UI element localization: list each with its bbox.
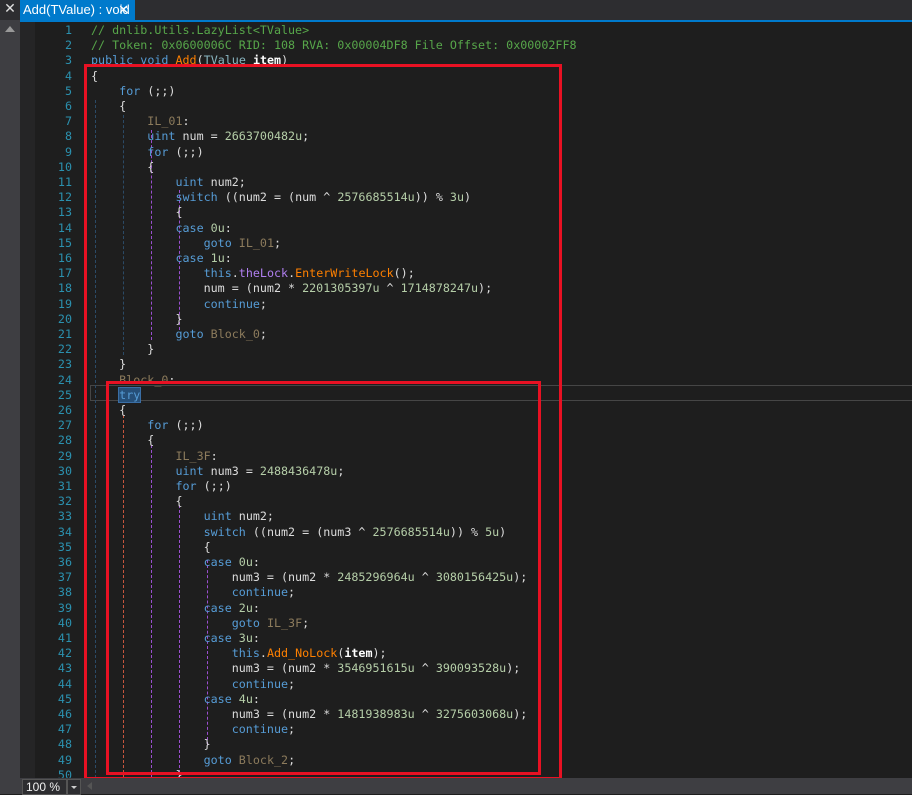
close-tab-icon[interactable]: ✕ — [118, 0, 129, 20]
line-number: 2 — [64, 38, 72, 53]
line-number: 8 — [64, 129, 72, 144]
line-number: 10 — [57, 159, 72, 174]
line-number: 31 — [57, 479, 72, 493]
zoom-level-field[interactable]: 100 % — [22, 779, 67, 795]
line-number: 44 — [57, 676, 72, 691]
line-number: 45 — [57, 691, 72, 706]
line-number: 37 — [57, 570, 72, 585]
line-number: 5 — [64, 83, 72, 98]
line-number: 38 — [57, 585, 72, 600]
zoom-dropdown-icon[interactable] — [67, 779, 81, 795]
line-number: 49 — [57, 752, 72, 767]
tab-add-method[interactable]: Add(TValue) : void ✕ — [20, 0, 135, 20]
line-number: 32 — [57, 494, 72, 509]
code-line[interactable]: 2 // Token: 0x0600006C RID: 108 RVA: 0x00… — [0, 38, 912, 53]
line-number: 13 — [57, 205, 72, 220]
line-number: 47 — [57, 722, 72, 737]
line-number: 43 — [57, 661, 72, 676]
line-number: 14 — [57, 220, 72, 235]
line-number: 35 — [57, 539, 72, 554]
tab-bar: Add(TValue) : void ✕ — [20, 0, 912, 20]
line-number: 22 — [57, 342, 72, 357]
code-token: // Token: 0x0600006C RID: 108 RVA: 0x000… — [91, 38, 577, 53]
line-number: 28 — [57, 433, 72, 448]
line-number: 1 — [64, 23, 72, 37]
line-number: 15 — [57, 235, 72, 250]
tab-title: Add(TValue) : void — [23, 2, 130, 17]
line-number: 39 — [57, 600, 72, 615]
close-panel-icon[interactable]: ✕ — [0, 0, 20, 18]
line-number: 25 — [57, 387, 72, 402]
code-text: // dnlib.Utils.LazyList<TValue> — [91, 23, 309, 38]
line-number: 40 — [57, 615, 72, 630]
highlight-box-inner — [106, 381, 541, 775]
line-number: 34 — [57, 524, 72, 539]
line-number: 17 — [57, 266, 72, 281]
line-number: 20 — [57, 311, 72, 326]
line-number: 24 — [57, 372, 72, 387]
code-line[interactable]: 1 // dnlib.Utils.LazyList<TValue> — [0, 23, 912, 38]
line-number: 41 — [57, 631, 72, 645]
scroll-left-arrow-icon[interactable] — [87, 782, 92, 790]
line-number: 12 — [57, 190, 72, 205]
line-number: 18 — [57, 281, 72, 296]
line-number: 42 — [57, 646, 72, 661]
line-number: 19 — [57, 296, 72, 311]
line-number: 16 — [57, 251, 72, 265]
line-number: 27 — [57, 418, 72, 433]
line-number: 33 — [57, 509, 72, 524]
code-text: // Token: 0x0600006C RID: 108 RVA: 0x000… — [91, 38, 577, 53]
line-number: 7 — [64, 114, 72, 129]
line-number: 3 — [64, 53, 72, 68]
line-number: 36 — [57, 555, 72, 569]
line-number: 4 — [64, 68, 72, 83]
line-number: 26 — [57, 403, 72, 417]
line-number: 48 — [57, 737, 72, 752]
status-bar: 100 % — [20, 778, 912, 795]
line-number: 30 — [57, 463, 72, 478]
line-number: 9 — [64, 144, 72, 159]
line-number: 6 — [64, 99, 72, 113]
line-number: 46 — [57, 707, 72, 721]
line-number: 11 — [57, 175, 72, 189]
horizontal-scrollbar[interactable] — [82, 778, 912, 794]
code-token: // dnlib.Utils.LazyList<TValue> — [91, 23, 310, 37]
line-number: 23 — [57, 357, 72, 372]
line-number: 21 — [57, 327, 72, 341]
line-number: 29 — [57, 448, 72, 463]
